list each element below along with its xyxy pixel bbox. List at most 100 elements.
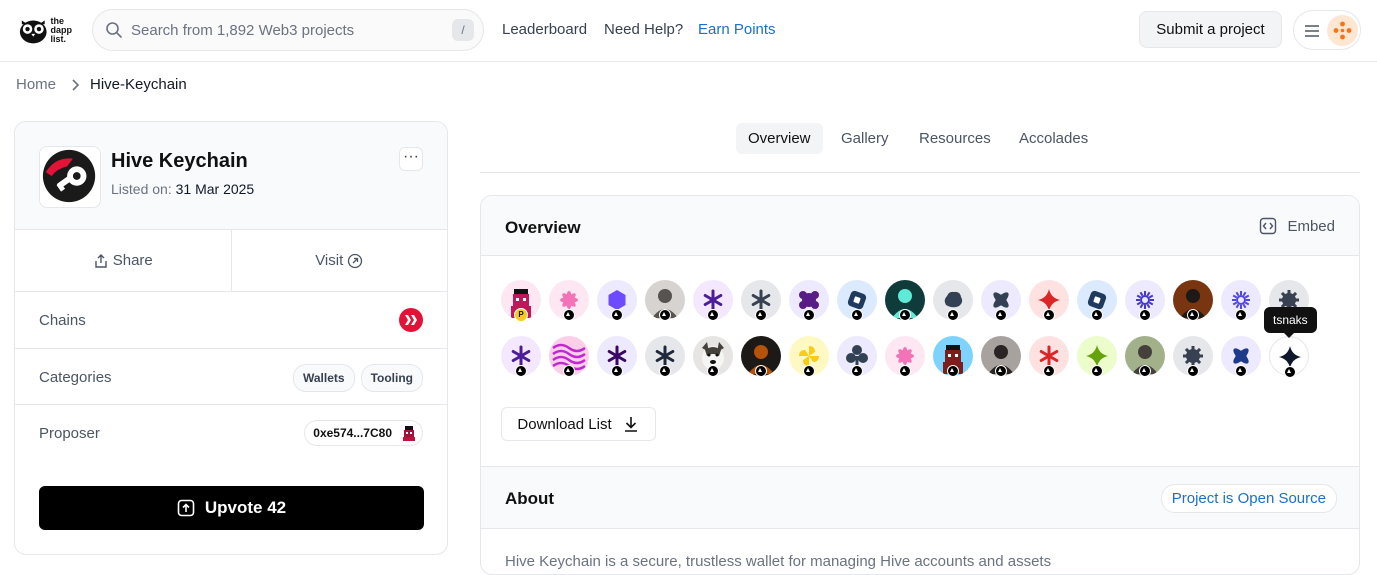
upvoter-avatar[interactable]: [981, 336, 1021, 377]
upvote-badge-icon: [1284, 366, 1296, 378]
categories-row: Categories Wallets Tooling: [15, 349, 447, 405]
upvoter-avatar[interactable]: [597, 336, 637, 377]
listed-label: Listed on:: [111, 181, 172, 197]
open-source-badge[interactable]: Project is Open Source: [1160, 484, 1337, 513]
upvoter-avatar[interactable]: [693, 280, 733, 321]
search-icon: [106, 22, 122, 38]
listed-date: 31 Mar 2025: [175, 181, 255, 197]
search-input[interactable]: [131, 21, 451, 39]
upvoter-avatar[interactable]: [933, 280, 973, 321]
upvoter-avatar[interactable]: [1221, 280, 1261, 321]
upvoter-avatar[interactable]: [1269, 336, 1309, 378]
hive-chain-icon[interactable]: [399, 308, 423, 332]
share-label: Share: [112, 252, 153, 269]
upvoter-avatar[interactable]: [837, 336, 877, 377]
upvoter-avatar[interactable]: [1077, 280, 1117, 321]
search-bar[interactable]: /: [92, 9, 484, 51]
upvoter-avatar[interactable]: [741, 280, 781, 321]
upvote-badge-icon: [707, 309, 719, 321]
upvote-badge-icon: [659, 309, 671, 321]
tab-overview[interactable]: Overview: [736, 123, 823, 154]
chevron-right-icon: [72, 78, 80, 91]
chains-row: Chains: [15, 292, 447, 349]
nav-need-help[interactable]: Need Help?: [604, 21, 683, 38]
upvote-badge-icon: [995, 365, 1007, 377]
download-label: Download List: [517, 415, 612, 433]
upvoter-avatar[interactable]: [549, 336, 589, 377]
upvoter-avatar[interactable]: [501, 336, 541, 377]
upvoter-avatar[interactable]: [1125, 280, 1165, 321]
upvoter-avatar[interactable]: [741, 336, 781, 377]
upvoter-avatar[interactable]: [1029, 336, 1069, 377]
upvoter-avatar[interactable]: [645, 280, 685, 321]
nav-earn-points[interactable]: Earn Points: [698, 21, 776, 38]
upvoter-avatar[interactable]: [693, 336, 733, 377]
submit-project-button[interactable]: Submit a project: [1139, 11, 1282, 48]
upvoter-avatar[interactable]: [885, 280, 925, 321]
project-card-header: Hive Keychain Listed on: 31 Mar 2025 ···: [15, 122, 447, 230]
upvote-badge-icon: [1139, 309, 1151, 321]
upvote-button[interactable]: Upvote 42: [39, 486, 424, 530]
download-list-button[interactable]: Download List: [501, 407, 656, 441]
chains-label: Chains: [39, 312, 86, 329]
breadcrumb-home[interactable]: Home: [16, 76, 56, 93]
visit-button[interactable]: Visit: [230, 230, 448, 291]
proposer-address: 0xe574...7C80: [313, 426, 392, 440]
upvote-badge-icon: [1235, 365, 1247, 377]
upvote-badge-icon: [851, 309, 863, 321]
more-options-button[interactable]: ···: [399, 147, 423, 171]
upvote-badge-icon: [563, 365, 575, 377]
upvoter-avatar[interactable]: [1125, 336, 1165, 377]
download-icon: [624, 417, 637, 432]
upvoter-avatar[interactable]: [885, 336, 925, 377]
upvoter-avatar[interactable]: [933, 336, 973, 377]
category-tag-tooling[interactable]: Tooling: [360, 364, 423, 392]
category-tag-wallets[interactable]: Wallets: [292, 364, 355, 392]
tab-gallery[interactable]: Gallery: [829, 123, 901, 154]
user-menu-button[interactable]: [1293, 10, 1361, 50]
upvote-badge-icon: [563, 309, 575, 321]
upvoter-avatar[interactable]: [1029, 280, 1069, 321]
tab-resources[interactable]: Resources: [907, 123, 1003, 154]
proposer-avatar: [403, 426, 415, 441]
upvoter-avatar[interactable]: [1077, 336, 1117, 377]
upvote-badge-icon: [659, 365, 671, 377]
upvoter-avatar[interactable]: P: [501, 280, 541, 322]
code-embed-icon: [1260, 217, 1277, 235]
upvoter-avatar[interactable]: [789, 280, 829, 321]
project-name: Hive Keychain: [111, 150, 248, 172]
hamburger-menu-icon: [1305, 25, 1319, 37]
upvoter-avatar[interactable]: [789, 336, 829, 377]
hive-logo-icon: [405, 315, 417, 325]
upvote-badge-icon: [947, 309, 959, 321]
upvoter-avatar[interactable]: [837, 280, 877, 321]
upvote-icon: [177, 499, 195, 517]
site-logo[interactable]: the dapp list.: [18, 12, 72, 48]
proposer-chip[interactable]: 0xe574...7C80: [304, 420, 423, 446]
upvote-badge-icon: [1235, 309, 1247, 321]
upvoter-avatar[interactable]: [1173, 280, 1213, 321]
upvote-badge-icon: [1187, 309, 1199, 321]
upvote-badge-icon: [851, 365, 863, 377]
upvote-badge-icon: [611, 365, 623, 377]
upvoter-avatar[interactable]: [1221, 336, 1261, 377]
hive-keychain-logo-icon: [42, 149, 96, 203]
upvote-badge-icon: [947, 365, 959, 377]
upvoter-avatar[interactable]: [597, 280, 637, 321]
upvoter-avatar[interactable]: [1173, 336, 1213, 377]
upvote-badge-icon: [803, 365, 815, 377]
nav-leaderboard[interactable]: Leaderboard: [502, 21, 587, 38]
project-logo: [39, 146, 101, 208]
upvoter-avatar[interactable]: [549, 280, 589, 321]
upvoter-avatar[interactable]: [981, 280, 1021, 321]
share-button[interactable]: Share: [15, 230, 231, 291]
about-header: About Project is Open Source: [481, 466, 1359, 529]
upvoters-list: P: [501, 280, 1321, 392]
proposer-row: Proposer 0xe574...7C80: [15, 405, 447, 461]
upvote-badge-icon: [899, 309, 911, 321]
upvoter-avatar[interactable]: [645, 336, 685, 377]
voter-tooltip: tsnaks: [1264, 307, 1317, 338]
overview-header: Overview Embed: [481, 196, 1359, 256]
embed-button[interactable]: Embed: [1259, 217, 1335, 235]
tab-accolades[interactable]: Accolades: [1007, 123, 1100, 154]
